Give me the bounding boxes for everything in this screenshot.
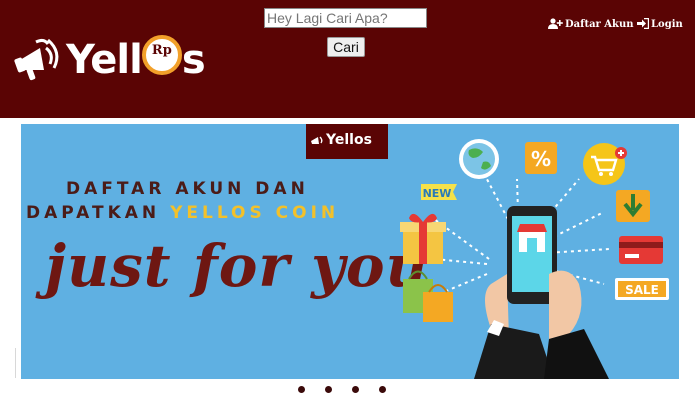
carousel-dot-4[interactable]: [379, 386, 386, 393]
credit-card-icon: [619, 236, 663, 264]
sale-badge: SALE: [615, 278, 669, 300]
register-link[interactable]: Daftar Akun: [548, 17, 634, 33]
svg-text:SALE: SALE: [625, 283, 659, 297]
megaphone-icon: [14, 38, 59, 81]
site-header: YellRps Cari Daftar Akun Login: [0, 0, 695, 118]
sign-in-icon: [637, 17, 650, 30]
new-badge: NEW: [421, 184, 457, 200]
smartphone-icon: [474, 206, 609, 379]
user-plus-icon: [548, 18, 563, 29]
svg-text:NEW: NEW: [423, 187, 452, 200]
gift-icon: [400, 213, 446, 264]
shopping-bags-icon: [403, 270, 453, 322]
download-icon: [616, 190, 650, 222]
banner-script-text: just for you: [45, 232, 429, 300]
shopping-illustration: % NEW SALE: [400, 139, 669, 379]
carousel-dot-3[interactable]: [352, 386, 359, 393]
megaphone-icon: [311, 136, 323, 144]
cart-icon: [583, 143, 627, 185]
svg-text:%: %: [531, 147, 551, 171]
promo-banner[interactable]: Yellos DAFTAR AKUN DAN DAPATKAN YELLOS C…: [21, 124, 679, 379]
percent-icon: %: [525, 142, 557, 174]
carousel-dot-1[interactable]: [298, 386, 305, 393]
carousel-dot-2[interactable]: [325, 386, 332, 393]
search-input[interactable]: [264, 8, 427, 28]
brand-logo[interactable]: Yell Rp s: [14, 30, 224, 86]
carousel-indicators: [0, 383, 695, 397]
search-button[interactable]: Cari: [327, 37, 365, 57]
globe-icon: [459, 139, 499, 179]
banner-headline-1: DAFTAR AKUN DAN: [66, 179, 309, 199]
banner-headline-2: DAPATKAN YELLOS COIN: [26, 203, 340, 223]
login-link[interactable]: Login: [637, 17, 683, 33]
coin-icon: Rp: [141, 35, 182, 75]
divider: [15, 348, 16, 378]
brand-name: Yell Rp s: [66, 35, 206, 83]
register-label: Daftar Akun: [565, 19, 634, 30]
login-label: Login: [651, 19, 683, 30]
banner-mini-logo: Yellos: [306, 124, 388, 159]
